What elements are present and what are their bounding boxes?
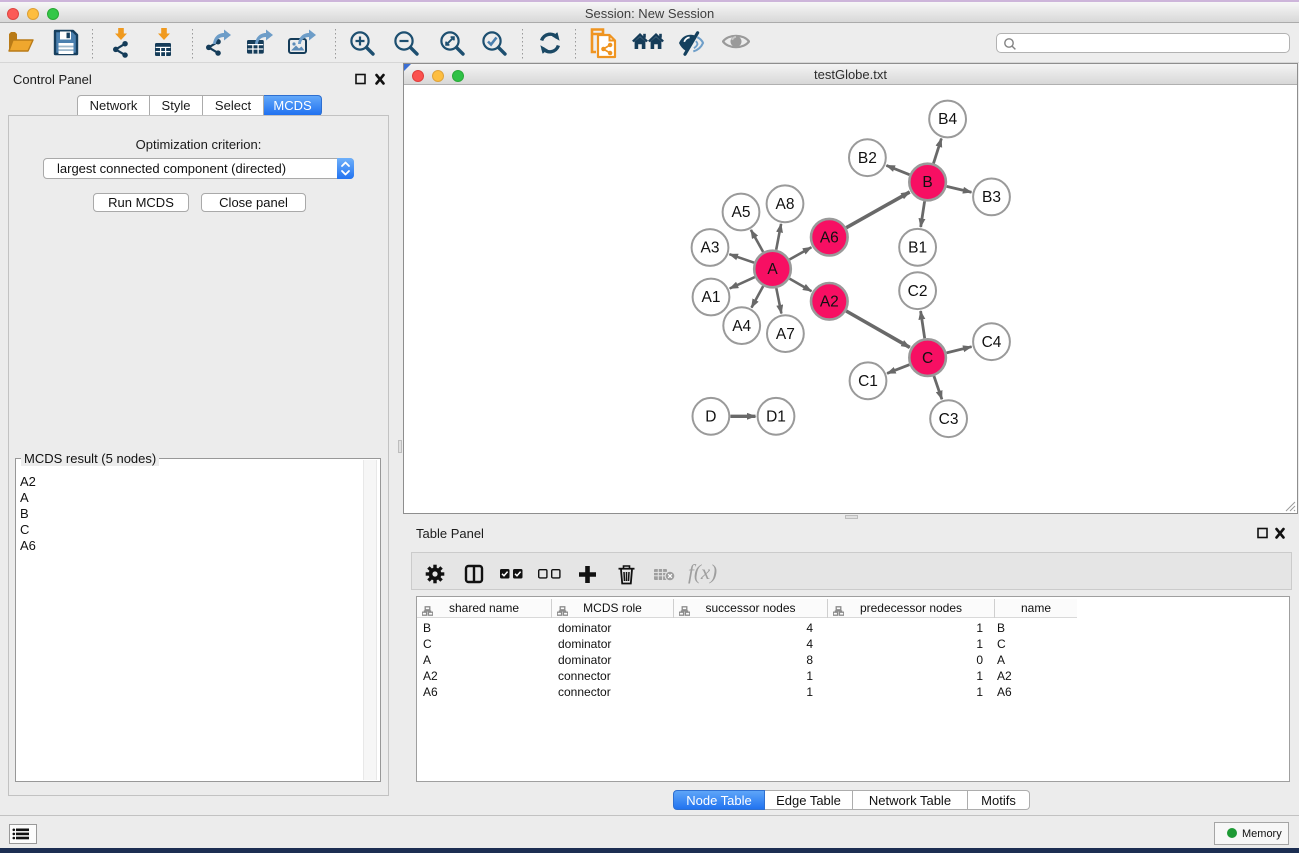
svg-text:C3: C3 xyxy=(939,411,959,428)
svg-text:D1: D1 xyxy=(766,409,786,426)
svg-text:B2: B2 xyxy=(858,150,877,167)
svg-text:A5: A5 xyxy=(732,204,751,221)
svg-text:A: A xyxy=(767,261,778,278)
svg-text:C2: C2 xyxy=(908,283,928,300)
svg-text:A7: A7 xyxy=(776,326,795,343)
svg-text:C4: C4 xyxy=(982,334,1002,351)
svg-text:A6: A6 xyxy=(820,229,839,246)
svg-text:D: D xyxy=(705,409,716,426)
svg-text:B4: B4 xyxy=(938,111,957,128)
svg-text:A1: A1 xyxy=(702,289,721,306)
svg-text:C: C xyxy=(922,350,933,367)
svg-text:C1: C1 xyxy=(858,373,878,390)
svg-text:B: B xyxy=(922,174,932,191)
svg-text:A4: A4 xyxy=(732,318,751,335)
svg-text:A2: A2 xyxy=(820,294,839,311)
svg-text:B1: B1 xyxy=(908,240,927,257)
svg-text:A8: A8 xyxy=(776,196,795,213)
svg-text:B3: B3 xyxy=(982,189,1001,206)
svg-text:A3: A3 xyxy=(701,240,720,257)
